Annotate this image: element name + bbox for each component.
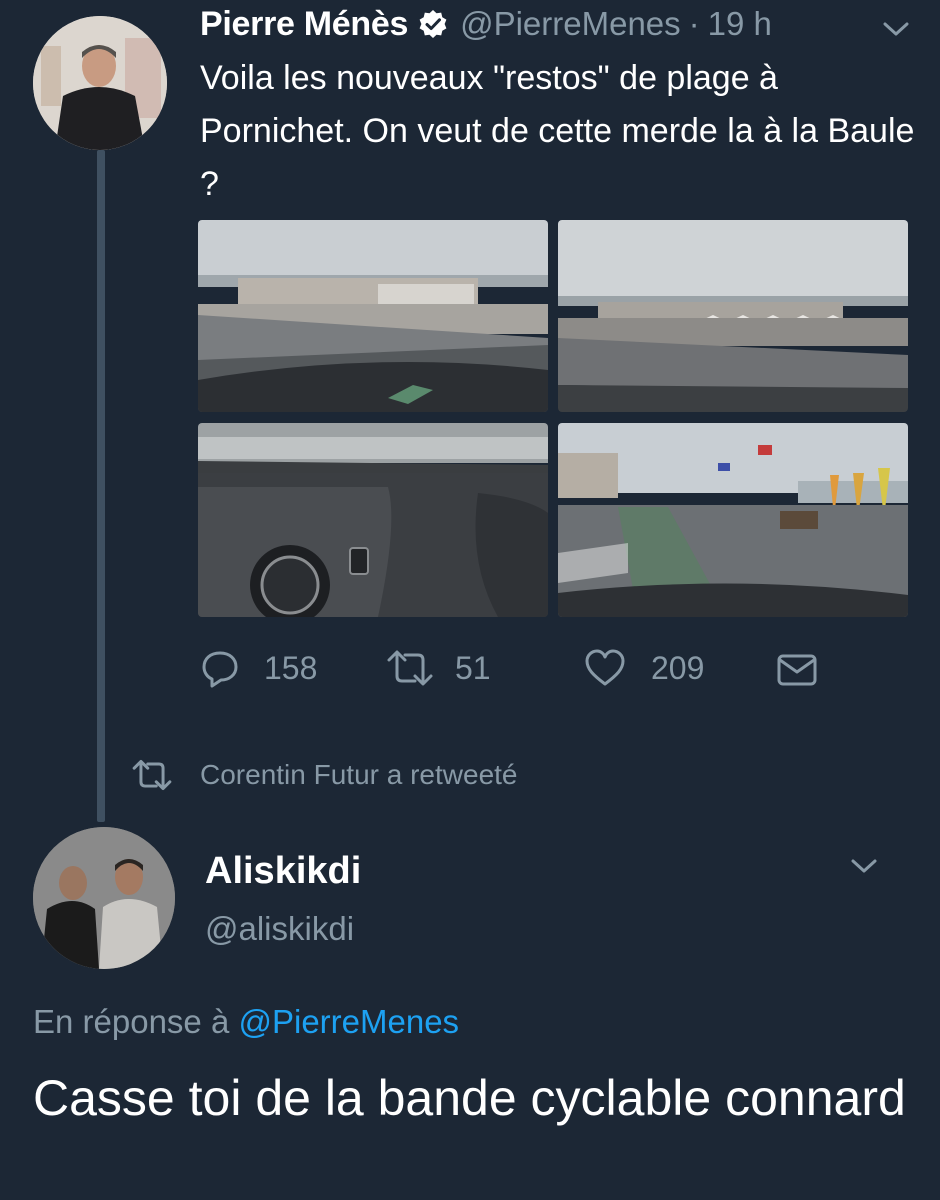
author-name[interactable]: Pierre Ménès bbox=[200, 5, 408, 44]
header-separator: · bbox=[688, 5, 700, 42]
verified-badge-icon bbox=[419, 10, 447, 38]
chevron-down-icon[interactable] bbox=[848, 853, 880, 879]
author-avatar[interactable] bbox=[33, 16, 167, 150]
reply-button[interactable]: 158 bbox=[200, 648, 317, 688]
tweet-timestamp[interactable]: 19 h bbox=[708, 5, 772, 43]
tweet-photo[interactable] bbox=[558, 220, 908, 412]
reply-context-prefix: En réponse à bbox=[33, 1003, 230, 1040]
reply-mention-link[interactable]: @PierreMenes bbox=[238, 1003, 459, 1040]
retweet-count: 51 bbox=[455, 649, 491, 686]
tweet-header: Pierre Ménès @PierreMenes · 19 h bbox=[200, 0, 772, 48]
like-button[interactable]: 209 bbox=[583, 648, 704, 688]
tweet-photo[interactable] bbox=[198, 423, 548, 617]
thread-connector-line bbox=[97, 150, 105, 822]
author-handle[interactable]: @aliskikdi bbox=[205, 910, 354, 948]
like-icon bbox=[585, 649, 625, 686]
direct-message-button[interactable] bbox=[776, 652, 818, 688]
tweet-photo[interactable] bbox=[198, 220, 548, 412]
author-handle[interactable]: @PierreMenes bbox=[460, 5, 681, 43]
author-name[interactable]: Aliskikdi bbox=[205, 850, 361, 893]
retweet-icon bbox=[387, 650, 433, 686]
reply-context: En réponse à @PierreMenes bbox=[33, 1003, 459, 1041]
tweet-text: Voila les nouveaux "restos" de plage à P… bbox=[200, 59, 915, 203]
reply-icon bbox=[202, 651, 238, 688]
chevron-down-icon[interactable] bbox=[880, 16, 912, 42]
direct-message-icon bbox=[777, 654, 817, 686]
tweet-photo[interactable] bbox=[558, 423, 908, 617]
like-count: 209 bbox=[651, 649, 705, 686]
author-avatar[interactable] bbox=[33, 827, 175, 969]
retweet-button[interactable]: 51 bbox=[385, 648, 491, 688]
reply-count: 158 bbox=[264, 649, 318, 686]
retweet-context: Corentin Futur a retweeté bbox=[130, 758, 518, 792]
retweet-icon bbox=[132, 759, 172, 791]
tweet-text: Casse toi de la bande cyclable connard bbox=[33, 1070, 906, 1126]
retweet-context-label[interactable]: Corentin Futur a retweeté bbox=[200, 759, 518, 791]
